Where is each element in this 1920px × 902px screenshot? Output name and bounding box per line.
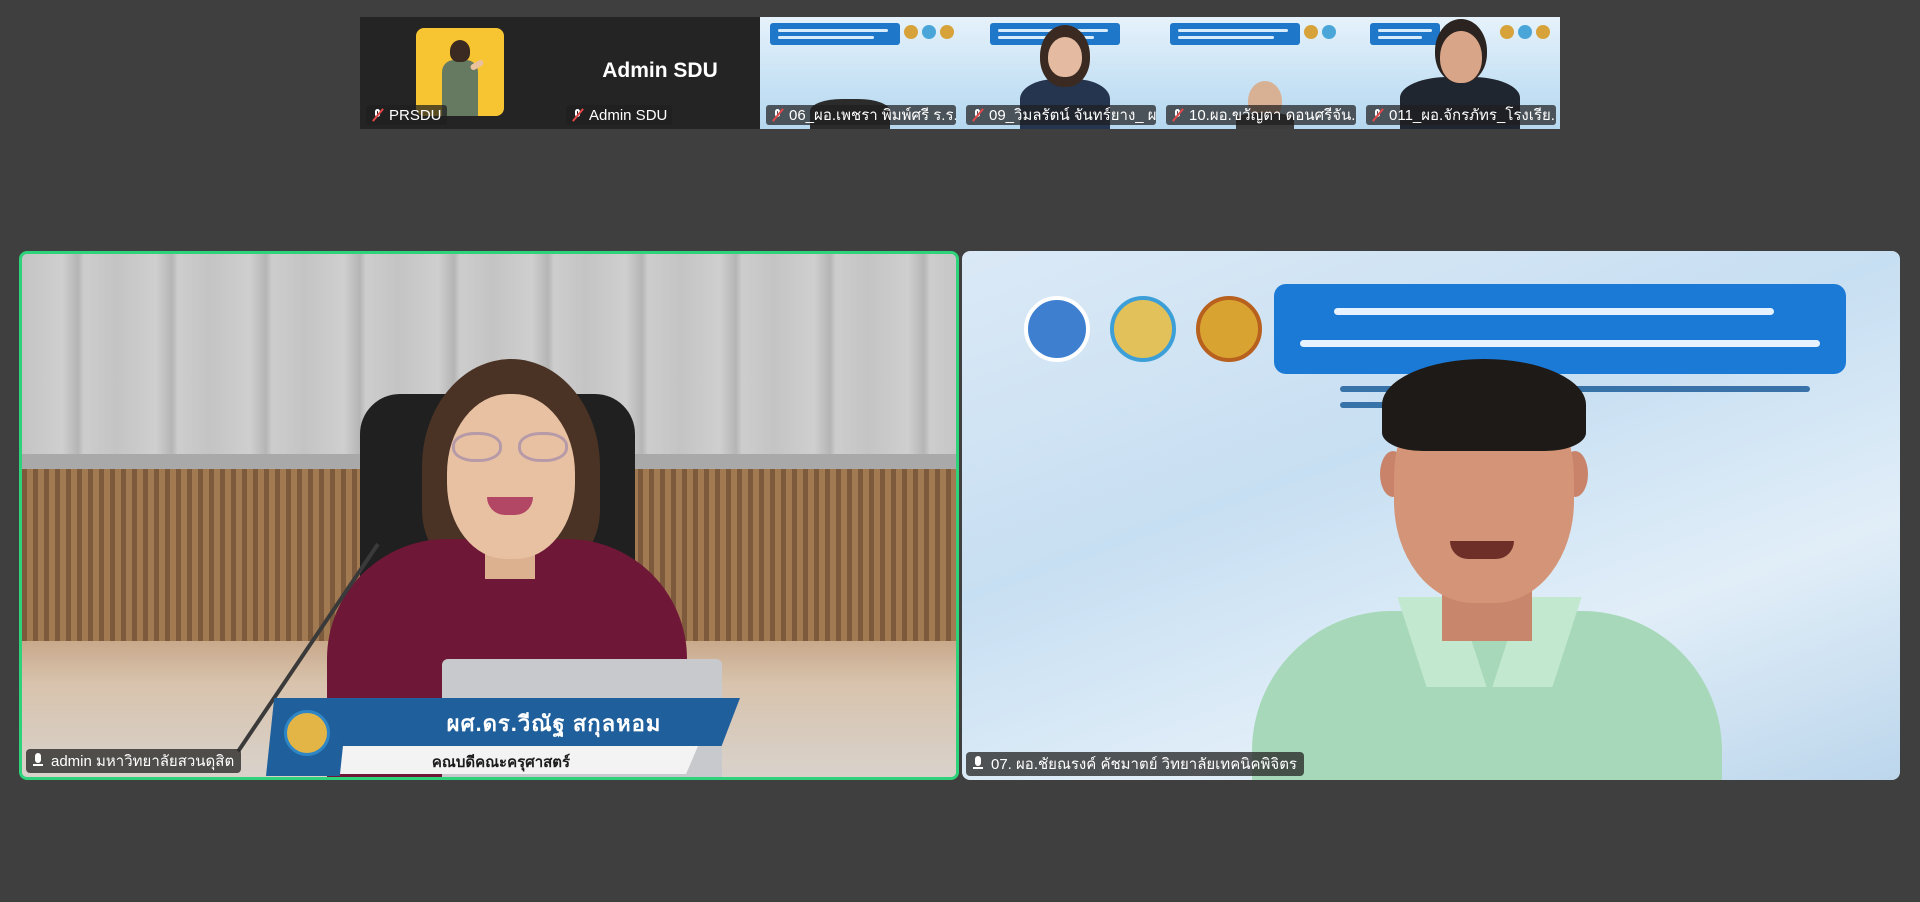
conference-banner [1170, 23, 1300, 45]
main-video-tile[interactable]: 07. ผอ.ชัยณรงค์ คัชมาตย์ วิทยาลัยเทคนิคพ… [962, 251, 1900, 780]
participant-name-tag: admin มหาวิทยาลัยสวนดุสิต [26, 749, 242, 773]
participant-name-tag: 07. ผอ.ชัยณรงค์ คัชมาตย์ วิทยาลัยเทคนิคพ… [966, 752, 1304, 776]
participant-tile[interactable]: 09_วิมลรัตน์ จันทร์ยาง_ ผ... [960, 17, 1160, 129]
mic-muted-icon [1371, 108, 1385, 122]
mic-muted-icon [771, 108, 785, 122]
participant-name-tag: 10.ผอ.ขวัญตา ดอนศรีจัน... [1166, 105, 1356, 125]
mic-icon [31, 753, 45, 769]
participant-tile[interactable]: Admin SDU Admin SDU [560, 17, 760, 129]
mic-muted-icon [571, 108, 585, 122]
mic-icon [971, 756, 985, 772]
participant-name: Admin SDU [589, 106, 668, 124]
conference-banner [1274, 284, 1846, 374]
participant-name: 06_ผอ.เพชรา พิมพ์ศรี ร.ร... [789, 107, 956, 124]
participant-name: 07. ผอ.ชัยณรงค์ คัชมาตย์ วิทยาลัยเทคนิคพ… [991, 756, 1297, 773]
participant-name: 011_ผอ.จักรภัทร_โรงเรีย... [1389, 107, 1556, 124]
mic-muted-icon [371, 108, 385, 122]
hcd-logo-icon [1024, 296, 1090, 362]
participant-name-tag: PRSDU [366, 105, 447, 125]
conference-logos [1304, 25, 1336, 39]
speaker-video [447, 394, 575, 559]
participant-tile[interactable]: 011_ผอ.จักรภัทร_โรงเรีย... [1360, 17, 1560, 129]
ministry-logo-icon [1196, 296, 1262, 362]
participant-name-tag: Admin SDU [566, 105, 673, 125]
participant-strip: PRSDU Admin SDU Admin SDU 06_ผอ.เพชรา พิ… [360, 17, 1560, 129]
participant-name-tag: 09_วิมลรัตน์ จันทร์ยาง_ ผ... [966, 105, 1156, 125]
name-lower-third: ผศ.ดร.วีณัฐ สกุลหอม คณบดีคณะครุศาสตร์ [266, 698, 746, 777]
participant-display-name: Admin SDU [602, 59, 718, 82]
university-logo-icon [284, 710, 330, 756]
participant-tile[interactable]: PRSDU [360, 17, 560, 129]
conference-banner [770, 23, 900, 45]
participant-name-tag: 06_ผอ.เพชรา พิมพ์ศรี ร.ร... [766, 105, 956, 125]
main-video-tile-active-speaker[interactable]: ผศ.ดร.วีณัฐ สกุลหอม คณบดีคณะครุศาสตร์ ad… [19, 251, 959, 780]
participant-name-tag: 011_ผอ.จักรภัทร_โรงเรีย... [1366, 105, 1556, 125]
participant-tile[interactable]: 10.ผอ.ขวัญตา ดอนศรีจัน... [1160, 17, 1360, 129]
participant-name: admin มหาวิทยาลัยสวนดุสิต [51, 753, 235, 770]
participant-name: 10.ผอ.ขวัญตา ดอนศรีจัน... [1189, 107, 1356, 124]
speaker-position: คณบดีคณะครุศาสตร์ [431, 754, 571, 771]
conference-logos [904, 25, 954, 39]
university-logo-icon [1110, 296, 1176, 362]
participant-tile[interactable]: 06_ผอ.เพชรา พิมพ์ศรี ร.ร... [760, 17, 960, 129]
mic-muted-icon [1171, 108, 1185, 122]
mic-muted-icon [971, 108, 985, 122]
participant-name: 09_วิมลรัตน์ จันทร์ยาง_ ผ... [989, 107, 1156, 124]
participant-name: PRSDU [389, 106, 442, 124]
speaker-title: ผศ.ดร.วีณัฐ สกุลหอม [446, 711, 662, 736]
participant-avatar [416, 28, 504, 116]
